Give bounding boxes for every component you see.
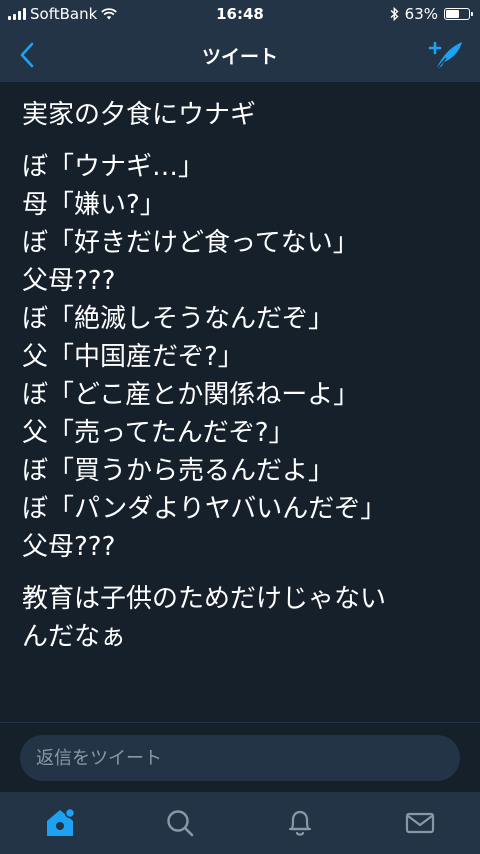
tweet-line: 父母??? — [22, 532, 116, 562]
tweet-line: ぼ「パンダよりヤバいんだぞ」 — [22, 494, 387, 524]
tweet-line: 実家の夕食にウナギ — [22, 100, 257, 130]
bell-icon — [288, 810, 312, 836]
search-icon — [167, 810, 194, 837]
tab-search[interactable] — [120, 792, 240, 854]
bluetooth-icon — [390, 7, 399, 21]
compose-feather-icon — [428, 41, 462, 71]
tweet-line: ぼ「買うから売るんだよ」 — [22, 456, 335, 486]
battery-percent: 63% — [404, 5, 438, 23]
tweet-line: ぼ「好きだけど食ってない」 — [22, 228, 359, 258]
compose-tweet-button[interactable] — [426, 36, 466, 74]
tweet-paragraph: 教育は子供のためだけじゃない んだなぁ — [22, 580, 458, 656]
battery-level — [446, 10, 459, 18]
tab-bar — [0, 792, 480, 854]
tweet-body: 実家の夕食にウナギ ぼ「ウナギ…」 母「嫌い?」 ぼ「好きだけど食ってない」 父… — [0, 82, 480, 722]
tweet-line: 父「中国産だぞ?」 — [22, 342, 244, 372]
mail-icon — [405, 812, 435, 834]
tweet-line: んだなぁ — [22, 622, 127, 652]
reply-area — [0, 722, 480, 793]
status-right: 63% — [390, 5, 473, 23]
tweet-paragraph: 実家の夕食にウナギ — [22, 96, 458, 134]
page-title: ツイート — [201, 46, 278, 68]
tweet-line: 教育は子供のためだけじゃない — [22, 584, 387, 614]
tweet-line: 父「売ってたんだぞ?」 — [22, 418, 295, 448]
tweet-line: 父母??? — [22, 266, 116, 296]
tweet-line: ぼ「ウナギ…」 — [22, 152, 205, 182]
tweet-line: 母「嫌い?」 — [22, 190, 166, 220]
nav-bar: ツイート — [0, 28, 480, 82]
reply-input[interactable] — [20, 735, 460, 781]
battery-icon — [444, 8, 473, 20]
tweet-line: ぼ「どこ産とか関係ねーよ」 — [22, 380, 360, 410]
tweet-line: ぼ「絶滅しそうなんだぞ」 — [22, 304, 335, 334]
status-bar: SoftBank 16:48 63% — [0, 0, 480, 28]
tweet-paragraph: ぼ「ウナギ…」 母「嫌い?」 ぼ「好きだけど食ってない」 父母??? ぼ「絶滅し… — [22, 148, 458, 566]
home-icon — [47, 807, 76, 836]
tab-home[interactable] — [0, 792, 120, 854]
tab-notifications[interactable] — [240, 792, 360, 854]
tab-messages[interactable] — [360, 792, 480, 854]
